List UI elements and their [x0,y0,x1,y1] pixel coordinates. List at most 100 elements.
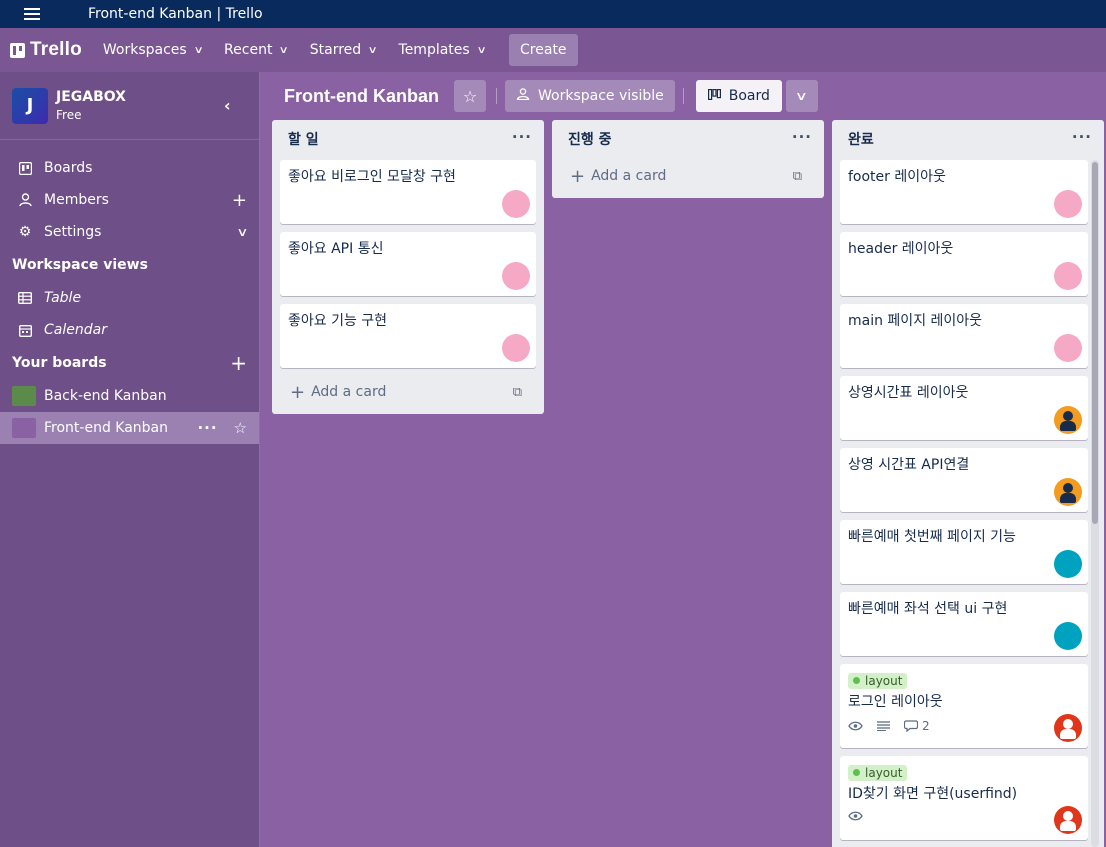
hamburger-menu-icon[interactable] [0,0,64,28]
card-badges: 2 [848,719,1080,733]
sidebar-item-members[interactable]: Members + [0,184,259,216]
chevron-down-icon: ∨ [193,44,204,56]
card[interactable]: 좋아요 API 통신 [280,232,536,296]
member-avatar[interactable] [502,262,530,290]
workspace-views-heading: Workspace views [0,248,259,282]
add-card-button[interactable]: + Add a card ⧉ [280,376,536,408]
nav-label: Recent [224,42,273,58]
sidebar-board-front-end-kanban[interactable]: Front-end Kanban ··· ☆ [0,412,259,444]
card[interactable]: main 페이지 레이아웃 [840,304,1088,368]
window-title: Front-end Kanban | Trello [88,6,263,22]
list-header[interactable]: 완료 ··· [832,120,1104,158]
card[interactable]: 빠른예매 좌석 선택 ui 구현 [840,592,1088,656]
more-options-icon[interactable]: ··· [1072,128,1092,146]
heading-label: Your boards [12,355,107,371]
trello-logo[interactable]: Trello [10,39,82,61]
member-avatar[interactable] [1054,262,1082,290]
add-board-icon[interactable]: + [230,351,247,375]
gear-icon: ⚙ [18,224,32,240]
board-color-swatch [12,418,36,438]
card[interactable]: 상영시간표 레이아웃 [840,376,1088,440]
member-avatar[interactable] [1054,622,1082,650]
list-title: 할 일 [288,132,319,148]
card-title: 빠른예매 좌석 선택 ui 구현 [848,601,1008,617]
member-avatar[interactable] [502,190,530,218]
calendar-icon [16,324,34,337]
divider [682,88,684,104]
card[interactable]: 상영 시간표 API연결 [840,448,1088,512]
member-avatar[interactable] [502,334,530,362]
member-avatar[interactable] [1054,550,1082,578]
create-button[interactable]: Create [509,34,578,66]
card[interactable]: layout 로그인 레이아웃 2 [840,664,1088,748]
star-board-button[interactable]: ☆ [454,80,486,112]
watch-icon [848,811,863,821]
heading-label: Workspace views [12,257,148,273]
card-title: header 레이아웃 [848,241,954,257]
your-boards-heading: Your boards + [0,346,259,380]
card[interactable]: 빠른예매 첫번째 페이지 기능 [840,520,1088,584]
more-options-icon[interactable]: ··· [792,128,812,146]
card[interactable]: 좋아요 비로그인 모달창 구현 [280,160,536,224]
workspace-name: JEGABOX [56,89,126,105]
add-card-button[interactable]: + Add a card ⧉ [560,160,816,192]
board-name: Back-end Kanban [44,388,167,404]
card-title: 상영시간표 레이아웃 [848,385,969,401]
card-label[interactable]: layout [848,672,908,689]
nav-templates[interactable]: Templates ∨ [388,34,497,66]
list-header[interactable]: 할 일 ··· [272,120,544,158]
sidebar-item-table[interactable]: Table [0,282,259,314]
member-avatar[interactable] [1054,714,1082,742]
chevron-down-icon: ∨ [795,89,809,103]
list-scrollbar-thumb[interactable] [1092,162,1098,524]
card[interactable]: layout ID찾기 화면 구현(userfind) [840,756,1088,840]
board-title[interactable]: Front-end Kanban [284,86,439,107]
more-options-icon[interactable]: ··· [197,419,217,437]
comment-icon [904,719,918,732]
card[interactable]: header 레이아웃 [840,232,1088,296]
board-view-icon [707,89,721,103]
member-avatar[interactable] [1054,190,1082,218]
label-text: layout [865,673,903,688]
sidebar-board-back-end-kanban[interactable]: Back-end Kanban [0,380,259,412]
card-template-icon[interactable]: ⧉ [513,385,522,400]
add-member-icon[interactable]: + [232,190,247,211]
watch-icon [848,721,863,731]
sidebar-item-label: Members [44,192,109,208]
card[interactable]: 좋아요 기능 구현 [280,304,536,368]
plus-icon: + [290,381,306,403]
sidebar-item-settings[interactable]: ⚙ Settings ∨ [0,216,259,248]
sidebar-item-label: Calendar [44,322,107,338]
card-title: main 페이지 레이아웃 [848,313,983,329]
sidebar-item-calendar[interactable]: Calendar [0,314,259,346]
member-avatar[interactable] [1054,334,1082,362]
collapse-sidebar-icon[interactable]: ‹ [224,96,231,115]
card-template-icon[interactable]: ⧉ [793,169,802,184]
board-icon [16,161,34,175]
workspace-header: J JEGABOX Free ‹ [0,72,259,140]
visibility-button[interactable]: Workspace visible [505,80,675,112]
nav-starred[interactable]: Starred ∨ [299,34,388,66]
nav-workspaces[interactable]: Workspaces ∨ [92,34,213,66]
sidebar-item-boards[interactable]: Boards [0,152,259,184]
label-color-dot [853,677,860,684]
view-switcher-button[interactable]: ∨ [785,80,818,112]
chevron-down-icon[interactable]: ∨ [236,225,248,239]
star-icon: ☆ [462,86,478,106]
star-icon[interactable]: ☆ [234,419,247,437]
member-avatar[interactable] [1054,806,1082,834]
board-view-button[interactable]: Board [695,80,782,112]
description-icon [877,720,890,731]
member-avatar[interactable] [1054,478,1082,506]
list-title: 완료 [848,132,874,148]
member-avatar[interactable] [1054,406,1082,434]
nav-recent[interactable]: Recent ∨ [213,34,299,66]
nav-label: Templates [398,42,470,58]
more-options-icon[interactable]: ··· [512,128,532,146]
chevron-down-icon: ∨ [367,44,378,56]
comments-badge: 2 [904,719,930,733]
card-label[interactable]: layout [848,764,908,781]
list-header[interactable]: 진행 중 ··· [552,120,824,158]
card[interactable]: footer 레이아웃 [840,160,1088,224]
workspace-avatar: J [12,87,48,124]
